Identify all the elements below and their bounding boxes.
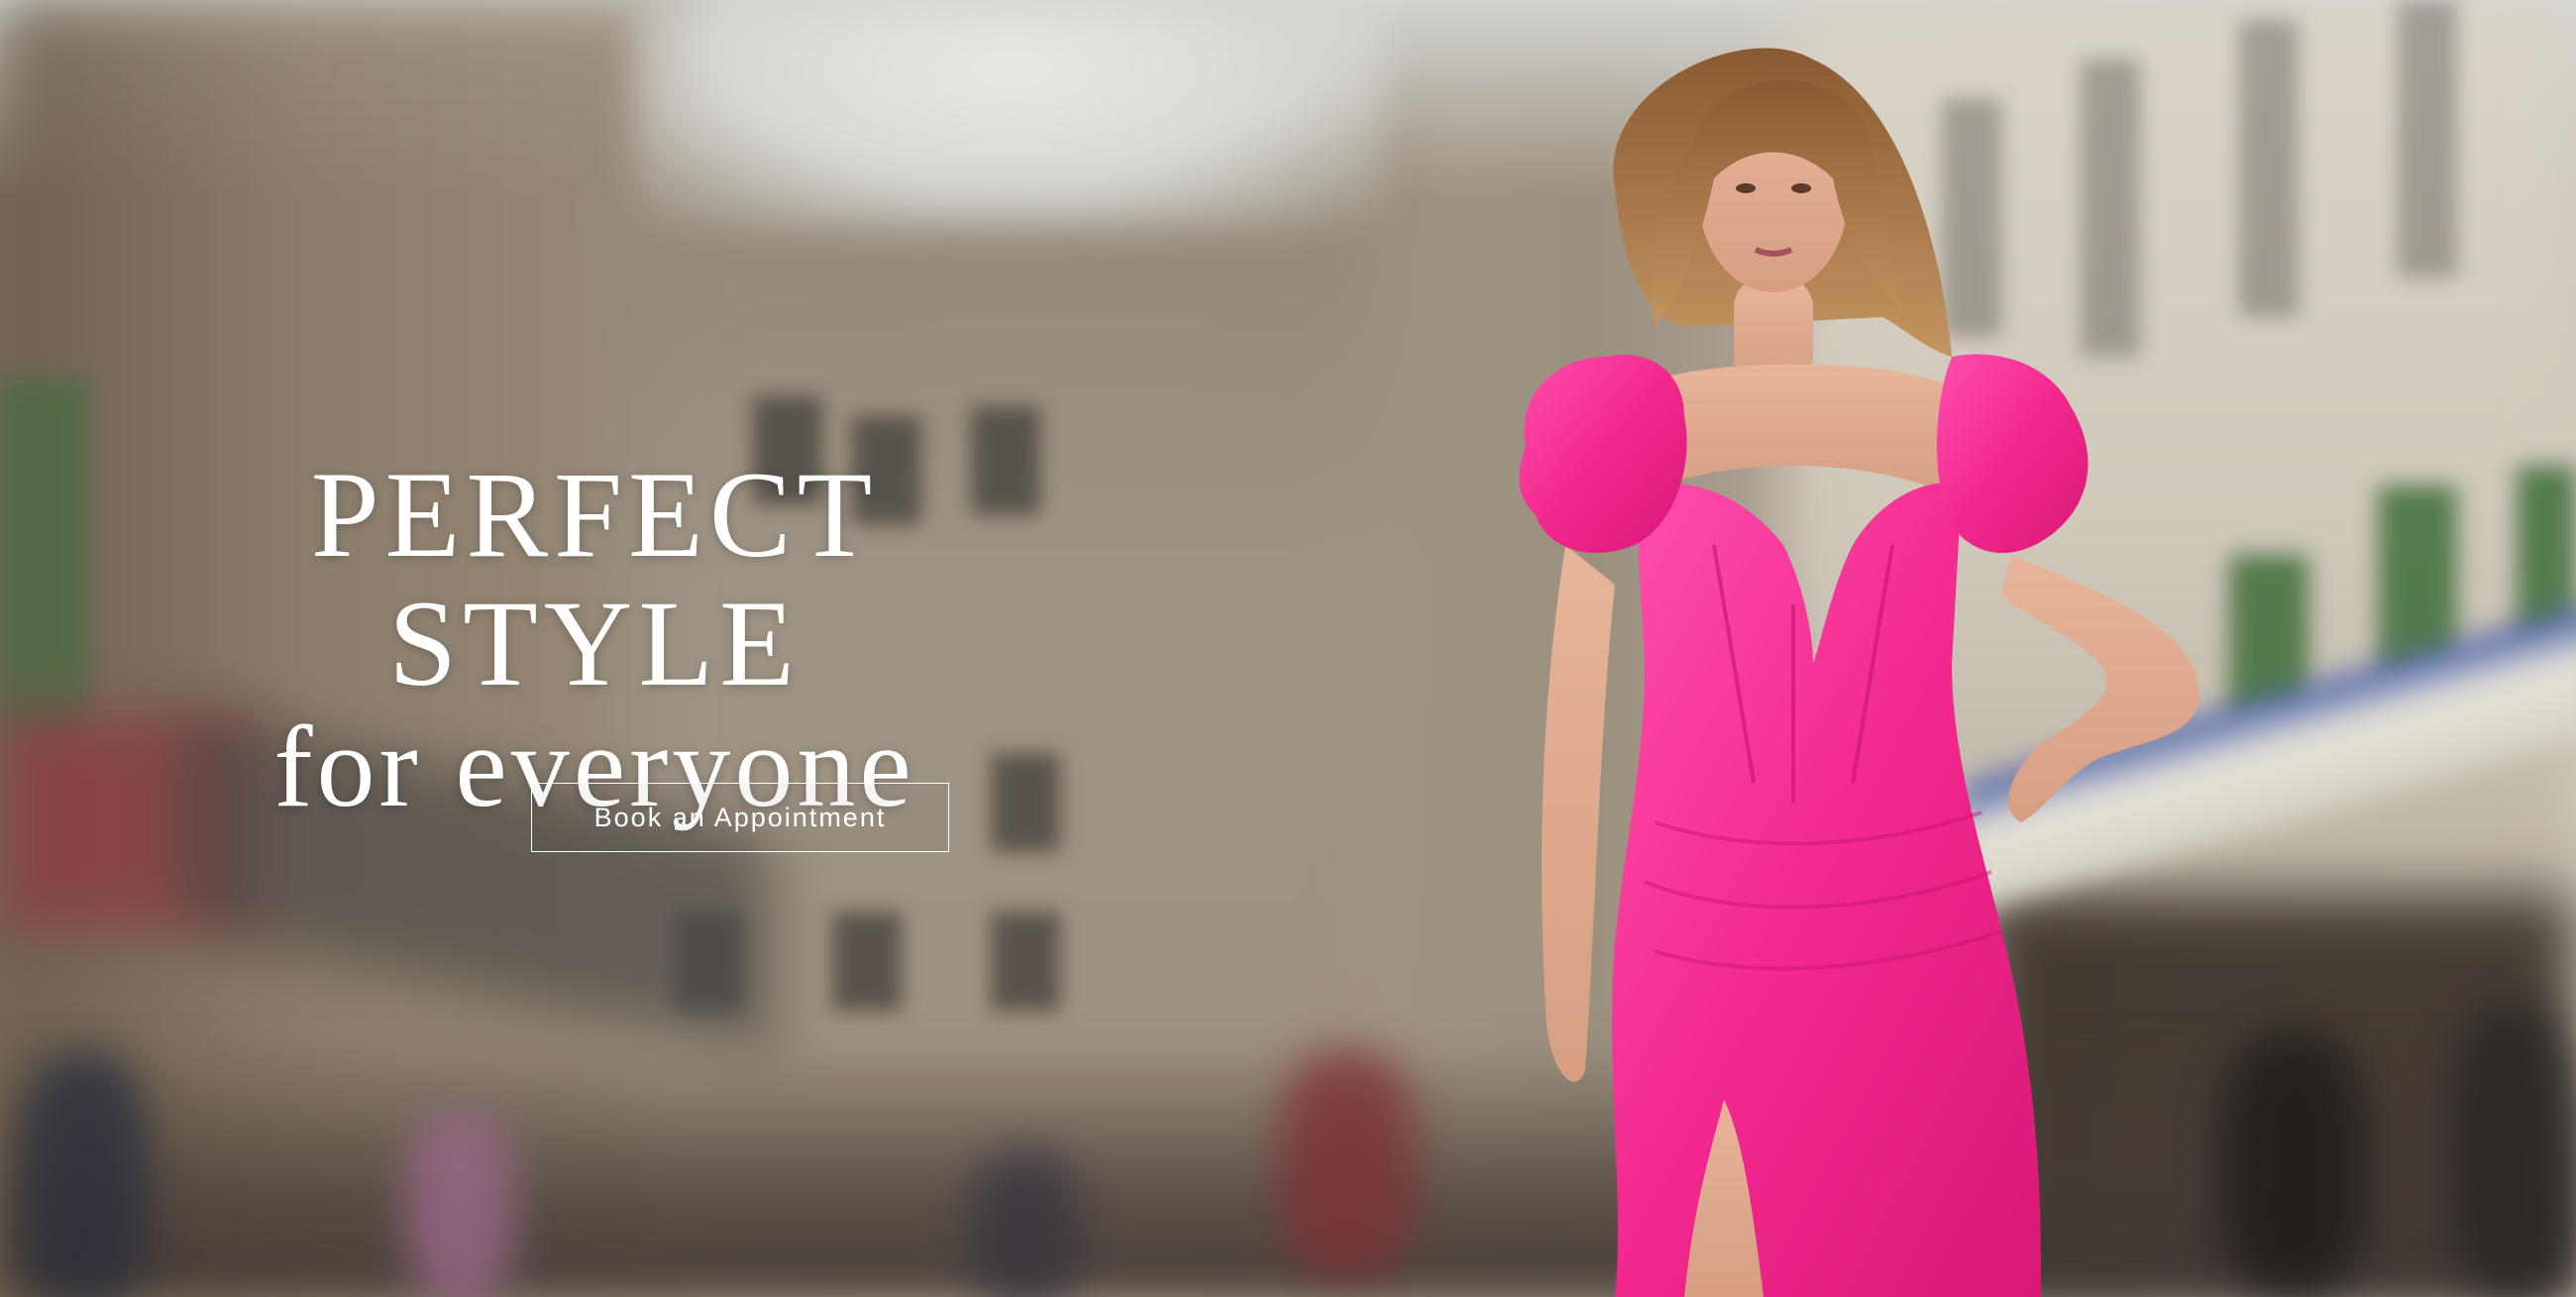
hero-banner: PERFECT STYLE for everyone Book an Appoi… [0, 0, 2576, 1297]
model-image [1486, 30, 2239, 1297]
book-appointment-button[interactable]: Book an Appointment [531, 783, 949, 852]
model-figure [1519, 48, 2200, 1297]
hero-headline: PERFECT STYLE for everyone [139, 451, 1050, 831]
headline-line-1: PERFECT STYLE [310, 447, 879, 711]
